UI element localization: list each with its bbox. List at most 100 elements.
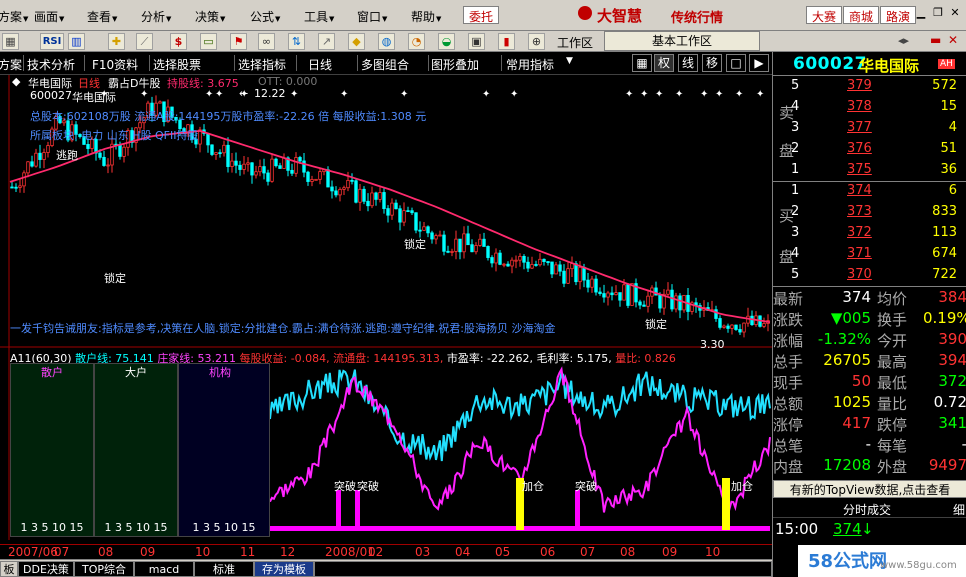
menu-window[interactable]: 窗口▼ (357, 8, 387, 25)
cmd-select-indicator[interactable]: 选择指标 (238, 56, 286, 73)
stat-value: -1.32% (817, 330, 871, 348)
arrow-icon[interactable]: ↗ (318, 33, 335, 50)
orderbook-row[interactable]: 1 374 6 (773, 183, 966, 204)
gauge-icon[interactable]: ◒ (438, 33, 455, 50)
candle-body (742, 322, 746, 333)
gold-label-a: 加仓 (522, 480, 544, 493)
menu-view[interactable]: 查看▼ (87, 8, 117, 25)
menu-label: 查看 (87, 10, 112, 24)
menu-formula[interactable]: 公式▼ (250, 8, 280, 25)
tab-scroll-icon[interactable]: ◂▸ (898, 34, 909, 47)
menu-help[interactable]: 帮助▼ (411, 8, 441, 25)
rsi-icon[interactable]: RSI (40, 33, 64, 50)
cmd-select-stock[interactable]: 选择股票 (153, 56, 201, 73)
grid-icon[interactable]: ▦ (2, 33, 19, 50)
menu-analysis[interactable]: 分析▼ (141, 8, 171, 25)
volume: 572 (932, 78, 957, 93)
orderbook-row[interactable]: 1 375 36 (773, 162, 966, 183)
candle-body (302, 160, 306, 173)
tab-standard[interactable]: 标准 (194, 561, 254, 577)
menu-tools[interactable]: 工具▼ (304, 8, 334, 25)
orderbook-row[interactable]: 2 373 833 (773, 204, 966, 225)
candle-body (530, 264, 534, 269)
candle-body (234, 160, 238, 166)
stat-label: 总笔 (773, 437, 804, 455)
candle-body (590, 278, 594, 288)
orderbook-row[interactable]: 4 378 15 (773, 99, 966, 120)
cmd-overlay[interactable]: 图形叠加 (431, 56, 479, 73)
orderbook-row[interactable]: 3 372 113 (773, 225, 966, 246)
diamond-icon[interactable]: ◆ (348, 33, 365, 50)
grid-toggle-icon[interactable]: ▦ (632, 54, 652, 72)
tab-top[interactable]: TOP综合 (74, 561, 134, 577)
candle-body (630, 283, 634, 306)
ruler-icon[interactable]: ⟋ (136, 33, 153, 50)
candle-body (470, 244, 474, 253)
contest-link[interactable]: 大赛 (806, 6, 843, 24)
close-icon[interactable]: ✕ (947, 6, 963, 22)
orderbook-row[interactable]: 3 377 4 (773, 120, 966, 141)
orderbook-row[interactable]: 4 371 674 (773, 246, 966, 267)
box-icon[interactable]: ▣ (468, 33, 485, 50)
separator (501, 55, 502, 71)
rights-button[interactable]: 权 (654, 54, 674, 72)
candle-body (342, 187, 346, 190)
stat-value: 1025 (832, 393, 871, 411)
chart-area[interactable]: ✦ ✦ ✦ ✦ ✦ ✦ ✦ ✦ ✦ ✦ ✦ ✦ ✦ ✦ ✦ ✦ ✦ ✦ ◆ 华电国际 日线 霸占D牛股 持股线: … (0, 75, 772, 545)
signal-marker: ✦ (655, 89, 663, 100)
candle-body (598, 291, 602, 294)
collapse-icon[interactable]: ▶ (749, 54, 769, 72)
cmd-daily[interactable]: 日线 (308, 56, 332, 73)
mall-link[interactable]: 商城 (843, 6, 880, 24)
orderbook-row[interactable]: 2 376 51 (773, 141, 966, 162)
trade-button[interactable]: 委托 (463, 6, 500, 24)
globe-icon[interactable]: ◍ (378, 33, 395, 50)
minimize-icon[interactable]: ▁ (913, 6, 929, 22)
flag-icon[interactable]: ⚑ (230, 33, 247, 50)
orderbook-row[interactable]: 5 379 572 (773, 78, 966, 99)
title-star-icon: ◆ (12, 75, 21, 88)
tab-macd[interactable]: macd (134, 561, 194, 577)
break-bar (336, 490, 341, 530)
price: 378 (847, 99, 872, 114)
move-button[interactable]: 移 (702, 54, 722, 72)
sort-icon[interactable]: ⇅ (288, 33, 305, 50)
cross-icon[interactable]: ✚ (108, 33, 125, 50)
line-button[interactable]: 线 (678, 54, 698, 72)
target-icon[interactable]: ⊕ (528, 33, 545, 50)
candle-body (454, 238, 458, 252)
menu-scheme[interactable]: 方案▼ (0, 8, 28, 25)
tab-dde[interactable]: DDE决策 (18, 561, 74, 577)
window-icon[interactable]: □ (726, 54, 746, 72)
cmd-f10[interactable]: F10资料 (92, 56, 138, 73)
chart-icon[interactable]: ▥ (68, 33, 85, 50)
pie-icon[interactable]: ◔ (408, 33, 425, 50)
pane-restore-icon[interactable]: ▬ (930, 33, 941, 47)
tick-detail-button[interactable]: 细 (953, 501, 965, 518)
roadshow-link[interactable]: 路演 (880, 6, 917, 24)
separator (84, 55, 85, 71)
tab-save-template[interactable]: 存为模板 (254, 561, 314, 577)
date-tick-label: 11 (240, 545, 256, 559)
orderbook-row[interactable]: 5 370 722 (773, 267, 966, 288)
bus-icon[interactable]: ▭ (200, 33, 217, 50)
candle-body (550, 261, 554, 275)
cmd-multi-chart[interactable]: 多图组合 (361, 56, 409, 73)
topview-banner[interactable]: 有新的TopView数据,点击查看 (773, 480, 966, 498)
tab-board[interactable]: 板 (0, 561, 18, 577)
tick-title[interactable]: 分时成交 (843, 501, 891, 518)
workarea-tab[interactable]: 基本工作区 (604, 31, 760, 51)
dollar-icon[interactable]: $ (170, 33, 187, 50)
restore-icon[interactable]: ❐ (930, 6, 946, 22)
cmd-tech-analysis[interactable]: 技术分析 (27, 56, 75, 73)
date-tick-label: 10 (705, 545, 721, 559)
menu-screen[interactable]: 画面▼ (34, 8, 64, 25)
candle-body (566, 268, 570, 284)
bar-icon[interactable]: ▮ (498, 33, 515, 50)
pane-close-icon[interactable]: ✕ (948, 33, 958, 47)
cmd-scheme[interactable]: 方案 (0, 56, 22, 73)
binoculars-icon[interactable]: ∞ (258, 33, 275, 50)
break-label-c: 突破 (575, 480, 597, 493)
menu-decision[interactable]: 决策▼ (195, 8, 225, 25)
cmd-common-indicators[interactable]: 常用指标 (506, 56, 554, 73)
